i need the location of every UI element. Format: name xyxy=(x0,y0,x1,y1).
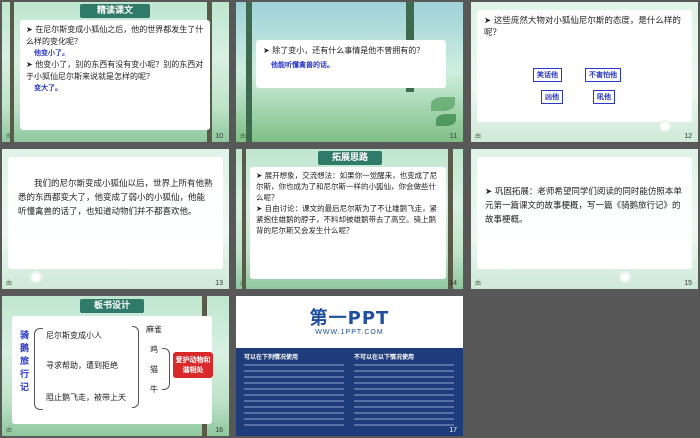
slide-heading: 拓展思路 xyxy=(318,151,382,165)
left-brace xyxy=(34,328,43,410)
slide-heading: 精读课文 xyxy=(80,4,150,18)
slide-marker: 由 xyxy=(6,133,13,140)
bullet-text: ➤ 这些庞然大物对小狐仙尼尔斯的态度，是什么样的呢？ xyxy=(484,16,681,38)
board-row: 寻求帮助，遭到拒绝 xyxy=(46,361,118,370)
answer-text: 变大了。 xyxy=(34,84,62,92)
slide-14-thumbnail[interactable]: 拓展思路 ➤ 展开想象，交流想法：如果你一觉醒来，也变成了尼尔斯，你也成为了和尼… xyxy=(236,149,463,289)
animal-label: 猫 xyxy=(150,365,158,374)
paragraph-text: 我们的尼尔斯变成小狐仙以后，世界上所有他熟悉的东西都变大了，他变成了弱小的小狐仙… xyxy=(18,179,213,217)
site-logo: 第一PPT xyxy=(309,308,390,329)
tree-trunk-decoration xyxy=(242,149,246,289)
bullet-text: ➤ 除了变小，还有什么事情是他不曾拥有的？ xyxy=(263,46,425,55)
content-card: 我们的尼尔斯变成小狐仙以后，世界上所有他熟悉的东西都变大了，他变成了弱小的小狐仙… xyxy=(8,157,223,269)
slide-number: 14 xyxy=(449,280,457,287)
slide-marker: 由 xyxy=(475,280,482,287)
slide-number: 13 xyxy=(215,280,223,287)
board-row: 阻止鹅飞走，被带上天 xyxy=(46,393,126,402)
right-brace xyxy=(132,326,139,408)
content-card: 骑鹅旅行记 尼尔斯变成小人 寻求帮助，遭到拒绝 阻止鹅飞走，被带上天 麻雀 鸡 … xyxy=(12,316,213,424)
answer-tag: 凶他 xyxy=(541,90,563,104)
content-card: ➤ 除了变小，还有什么事情是他不曾拥有的？ 他能听懂禽兽的话。 xyxy=(256,40,446,88)
logo-area: 第一PPT WWW.1PPT.COM xyxy=(236,296,463,346)
fine-print-block xyxy=(244,364,344,426)
flower-decoration xyxy=(32,273,40,281)
slide-number: 16 xyxy=(215,427,223,434)
flower-decoration xyxy=(621,273,629,281)
answer-tag: 笑话他 xyxy=(533,68,562,82)
slide-17-thumbnail[interactable]: 第一PPT WWW.1PPT.COM 可以在下列情况使用 不可以在以下情况使用 … xyxy=(236,296,463,436)
slide-marker: 由 xyxy=(475,133,482,140)
bullet-text: ➤ 在尼尔斯变成小狐仙之后，他的世界都发生了什么样的变化呢？ xyxy=(26,25,204,46)
fine-print-block xyxy=(354,364,454,426)
usage-allowed-title: 可以在下列情况使用 xyxy=(244,354,299,361)
info-panel: 可以在下列情况使用 不可以在以下情况使用 xyxy=(236,348,463,436)
slide-heading: 板书设计 xyxy=(80,299,144,313)
slide-number: 10 xyxy=(215,133,223,140)
tree-trunk-decoration xyxy=(10,2,14,142)
tree-trunk-decoration xyxy=(246,2,252,142)
content-card: ➤ 在尼尔斯变成小狐仙之后，他的世界都发生了什么样的变化呢？ 他变小了。 ➤ 他… xyxy=(20,20,210,130)
slide-number: 15 xyxy=(684,280,692,287)
answer-text: 他能听懂禽兽的话。 xyxy=(271,61,334,69)
slide-number: 17 xyxy=(449,427,457,434)
bullet-text: ➤ 巩固拓展：老师希望同学们阅读的同时能仿照本单元第一篇课文的故事梗概，写一篇《… xyxy=(485,187,682,225)
slide-marker: 由 xyxy=(240,280,247,287)
slide-11-thumbnail[interactable]: ➤ 除了变小，还有什么事情是他不曾拥有的？ 他能听懂禽兽的话。 由 11 xyxy=(236,2,463,142)
animal-label: 牛 xyxy=(150,385,158,394)
slide-number: 12 xyxy=(684,133,692,140)
answer-text: 他变小了。 xyxy=(34,49,69,57)
leaf-decoration xyxy=(431,97,455,111)
slide-16-thumbnail[interactable]: 板书设计 骑鹅旅行记 尼尔斯变成小人 寻求帮助，遭到拒绝 阻止鹅飞走，被带上天 … xyxy=(2,296,229,436)
tree-trunk-decoration xyxy=(448,149,453,289)
site-url: WWW.1PPT.COM xyxy=(315,329,384,336)
bullet-text: ➤ 自由讨论：课文的最后尼尔斯为了不让雄鹅飞走，紧紧抱住雄鹅的脖子，不料却被雄鹅… xyxy=(256,204,438,235)
right-brace xyxy=(162,348,170,390)
bullet-text: ➤ 展开想象，交流想法：如果你一觉醒来，也变成了尼尔斯，你也成为了和尼尔斯一样的… xyxy=(256,171,438,202)
animal-label: 鸡 xyxy=(150,345,158,354)
animal-label: 麻雀 xyxy=(146,325,162,334)
theme-badge: 爱护动物和谐相处 xyxy=(173,352,213,378)
slide-12-thumbnail[interactable]: ➤ 这些庞然大物对小狐仙尼尔斯的态度，是什么样的呢？ 笑话他 不害怕他 凶他 吼… xyxy=(471,2,698,142)
board-row: 尼尔斯变成小人 xyxy=(46,331,102,340)
slide-13-thumbnail[interactable]: 我们的尼尔斯变成小狐仙以后，世界上所有他熟悉的东西都变大了，他变成了弱小的小狐仙… xyxy=(2,149,229,289)
leaf-decoration xyxy=(436,114,456,126)
vertical-title: 骑鹅旅行记 xyxy=(20,331,30,393)
slide-marker: 由 xyxy=(6,280,13,287)
content-card: ➤ 展开想象，交流想法：如果你一觉醒来，也变成了尼尔斯，你也成为了和尼尔斯一样的… xyxy=(250,167,446,279)
slide-marker: 由 xyxy=(6,427,13,434)
content-card: ➤ 巩固拓展：老师希望同学们阅读的同时能仿照本单元第一篇课文的故事梗概，写一篇《… xyxy=(477,157,692,269)
slide-10-thumbnail[interactable]: 精读课文 ➤ 在尼尔斯变成小狐仙之后，他的世界都发生了什么样的变化呢？ 他变小了… xyxy=(2,2,229,142)
bullet-text: ➤ 他变小了，别的东西有没有变小呢？别的东西对于小狐仙尼尔斯来说就是怎样的呢？ xyxy=(26,60,204,81)
answer-tag: 吼他 xyxy=(593,90,615,104)
content-card: ➤ 这些庞然大物对小狐仙尼尔斯的态度，是什么样的呢？ xyxy=(477,10,692,122)
usage-forbidden-title: 不可以在以下情况使用 xyxy=(354,354,415,361)
flower-decoration xyxy=(661,122,669,130)
slide-15-thumbnail[interactable]: ➤ 巩固拓展：老师希望同学们阅读的同时能仿照本单元第一篇课文的故事梗概，写一篇《… xyxy=(471,149,698,289)
slide-marker: 由 xyxy=(240,133,247,140)
answer-tag: 不害怕他 xyxy=(585,68,621,82)
slide-number: 11 xyxy=(449,133,457,140)
